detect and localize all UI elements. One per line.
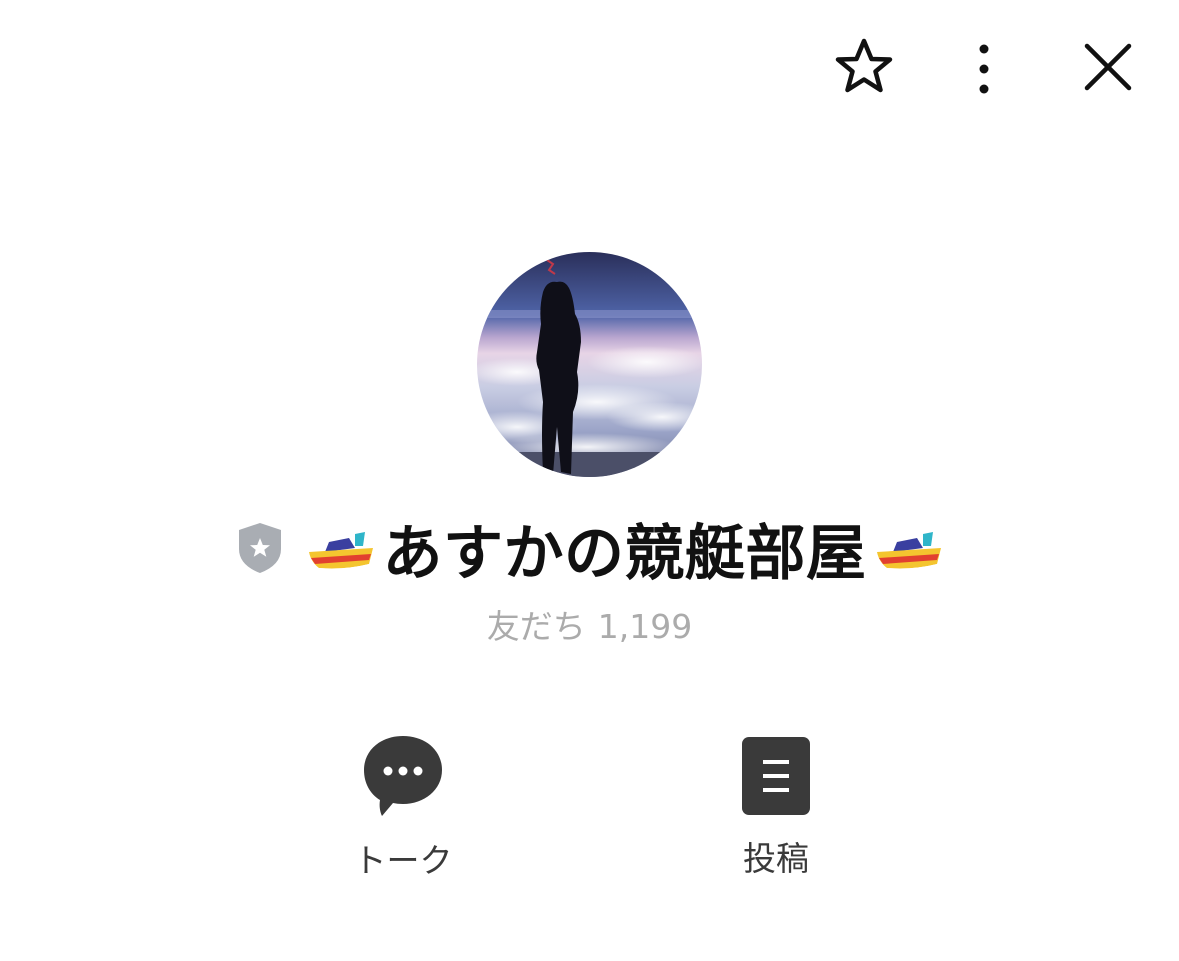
profile-name: あすかの競艇部屋 xyxy=(382,518,867,589)
posts-label: 投稿 xyxy=(743,839,809,878)
account-badge-icon xyxy=(238,523,281,573)
star-icon xyxy=(835,38,893,93)
friends-number: 1,199 xyxy=(597,607,693,646)
favorite-button[interactable] xyxy=(830,34,898,100)
more-options-button[interactable] xyxy=(960,34,1008,100)
posts-icon xyxy=(742,737,810,815)
profile-name-row: あすかの競艇部屋 xyxy=(0,508,1179,589)
posts-action-button[interactable]: 投稿 xyxy=(716,736,836,880)
speedboat-emoji-icon xyxy=(308,532,373,572)
talk-label: トーク xyxy=(353,841,453,880)
talk-action-button[interactable]: トーク xyxy=(343,734,463,882)
profile-avatar[interactable] xyxy=(477,252,702,477)
chat-bubble-icon xyxy=(364,736,442,816)
speedboat-emoji-icon xyxy=(876,532,941,572)
friends-label: 友だち xyxy=(486,607,586,646)
avatar-image xyxy=(477,252,702,477)
close-icon xyxy=(1084,43,1132,91)
vertical-ellipsis-icon xyxy=(979,44,989,94)
friends-count: 友だち 1,199 xyxy=(0,600,1179,648)
close-button[interactable] xyxy=(1076,34,1140,100)
